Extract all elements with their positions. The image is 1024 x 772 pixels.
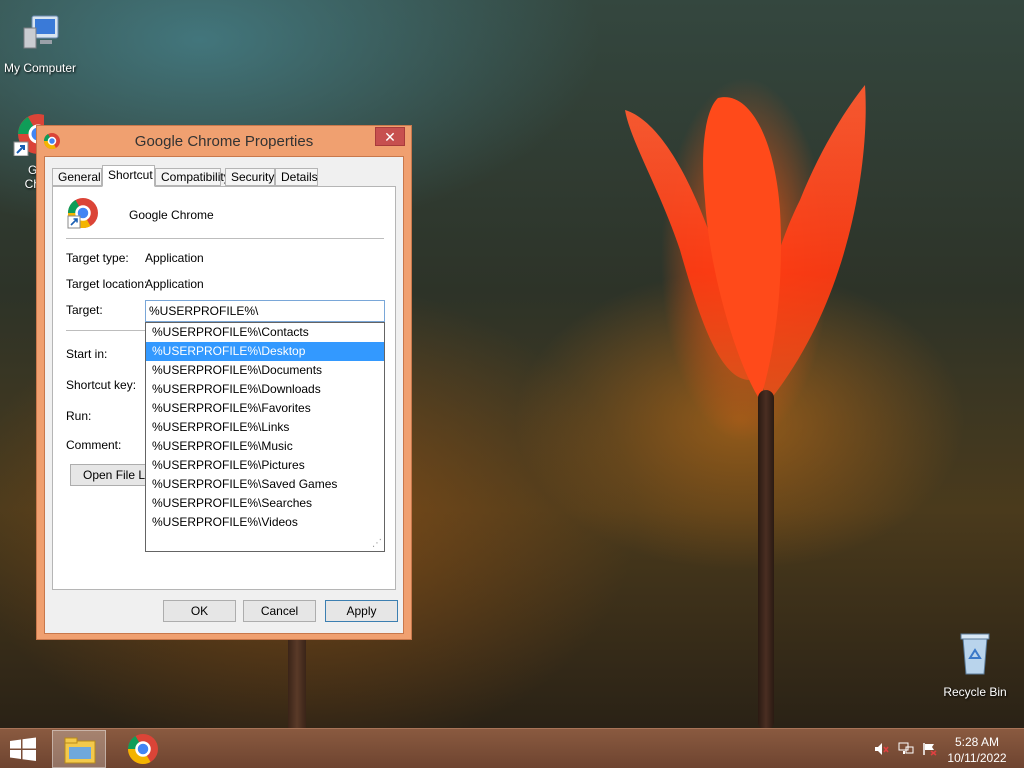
properties-window[interactable]: Google Chrome Properties ✕ General Short… <box>36 125 412 640</box>
window-body: General Shortcut Compatibility Security … <box>44 156 404 634</box>
autocomplete-item-saved-games[interactable]: %USERPROFILE%\Saved Games <box>146 475 384 494</box>
cancel-button[interactable]: Cancel <box>243 600 316 622</box>
autocomplete-item-searches[interactable]: %USERPROFILE%\Searches <box>146 494 384 513</box>
desktop-icon-my-computer[interactable]: My Computer <box>0 10 80 75</box>
shortcut-key-label: Shortcut key: <box>66 378 137 392</box>
tulip-flower-icon <box>625 85 866 400</box>
autocomplete-item-videos[interactable]: %USERPROFILE%\Videos <box>146 513 384 532</box>
chrome-app-icon <box>67 197 99 232</box>
window-titlebar[interactable]: Google Chrome Properties ✕ <box>37 126 411 156</box>
start-in-label: Start in: <box>66 347 108 361</box>
network-icon[interactable] <box>898 742 914 756</box>
tab-general[interactable]: General <box>52 168 102 186</box>
autocomplete-item-downloads[interactable]: %USERPROFILE%\Downloads <box>146 380 384 399</box>
autocomplete-item-music[interactable]: %USERPROFILE%\Music <box>146 437 384 456</box>
autocomplete-item-contacts[interactable]: %USERPROFILE%\Contacts <box>146 323 384 342</box>
tulip-stem <box>758 390 774 730</box>
window-title: Google Chrome Properties <box>134 133 314 150</box>
speaker-muted-icon[interactable] <box>874 742 890 756</box>
app-name-label: Google Chrome <box>129 208 214 222</box>
target-label: Target: <box>66 303 103 317</box>
target-type-value: Application <box>145 251 204 265</box>
target-type-label: Target type: <box>66 251 129 265</box>
close-icon: ✕ <box>384 129 396 145</box>
taskbar-file-explorer[interactable] <box>52 730 106 768</box>
autocomplete-dropdown[interactable]: %USERPROFILE%\Contacts %USERPROFILE%\Des… <box>145 322 385 552</box>
autocomplete-item-favorites[interactable]: %USERPROFILE%\Favorites <box>146 399 384 418</box>
target-location-value: Application <box>145 277 204 291</box>
desktop-icon-recycle-bin[interactable]: Recycle Bin <box>935 630 1015 699</box>
tab-security[interactable]: Security <box>225 168 275 186</box>
chrome-icon <box>128 734 158 765</box>
action-center-flag-icon[interactable] <box>922 742 938 756</box>
windows-logo-icon <box>10 737 36 761</box>
desktop-icon-label: My Computer <box>3 61 77 75</box>
tulip-stem-background <box>288 640 306 730</box>
close-button[interactable]: ✕ <box>375 127 405 146</box>
computer-icon <box>0 10 80 57</box>
taskbar-chrome[interactable] <box>116 730 170 768</box>
autocomplete-item-links[interactable]: %USERPROFILE%\Links <box>146 418 384 437</box>
shortcut-panel: Google Chrome Target type: Application T… <box>52 186 396 590</box>
target-input[interactable]: %USERPROFILE%\ <box>145 300 385 322</box>
clock-date: 10/11/2022 <box>947 751 1007 765</box>
tab-shortcut[interactable]: Shortcut <box>102 165 155 187</box>
system-clock[interactable]: 5:28 AM 10/11/2022 <box>942 734 1012 766</box>
autocomplete-item-documents[interactable]: %USERPROFILE%\Documents <box>146 361 384 380</box>
tab-details[interactable]: Details <box>275 168 318 186</box>
ok-button[interactable]: OK <box>163 600 236 622</box>
apply-button[interactable]: Apply <box>325 600 398 622</box>
autocomplete-item-pictures[interactable]: %USERPROFILE%\Pictures <box>146 456 384 475</box>
comment-label: Comment: <box>66 438 122 452</box>
start-button[interactable] <box>8 737 38 761</box>
file-explorer-icon <box>64 737 96 764</box>
tab-compatibility[interactable]: Compatibility <box>155 168 230 186</box>
separator <box>66 238 384 239</box>
autocomplete-item-desktop[interactable]: %USERPROFILE%\Desktop <box>146 342 384 361</box>
target-location-label: Target location: <box>66 277 148 291</box>
run-label: Run: <box>66 409 92 423</box>
recycle-bin-icon <box>935 630 1015 681</box>
taskbar: 5:28 AM 10/11/2022 <box>0 728 1024 768</box>
clock-time: 5:28 AM <box>954 735 1000 749</box>
resize-grip-icon[interactable]: ⋰ <box>372 539 382 549</box>
desktop-icon-label: Recycle Bin <box>943 685 1007 699</box>
